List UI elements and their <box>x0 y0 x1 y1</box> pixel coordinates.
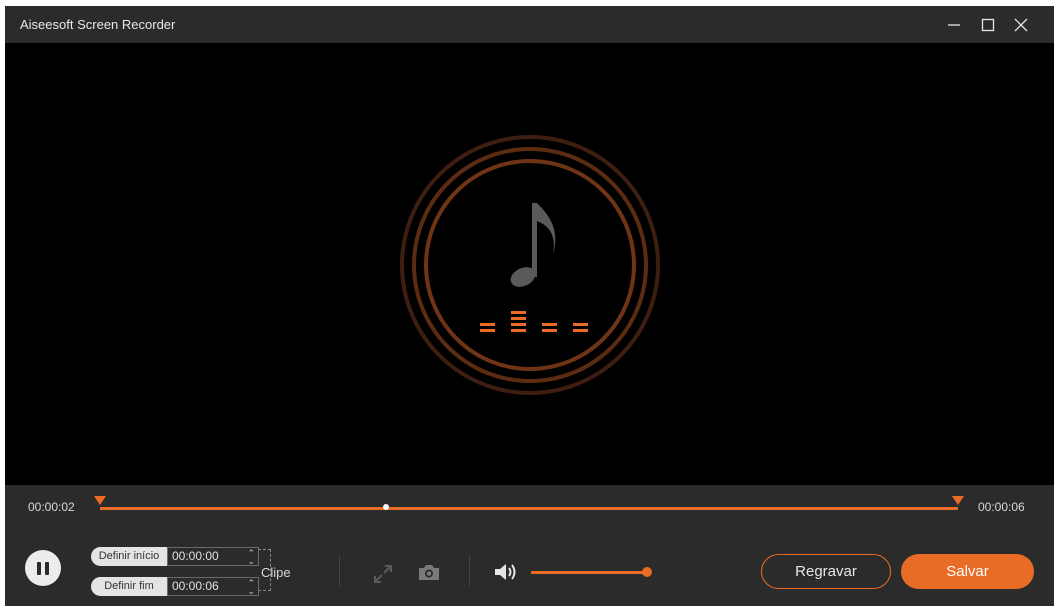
snapshot-button[interactable] <box>417 561 441 583</box>
recorder-window: Aiseesoft Screen Recorder 00:00:02 00:00… <box>5 6 1054 606</box>
trim-start-marker[interactable] <box>94 496 106 505</box>
audio-preview-stage <box>5 43 1054 485</box>
playhead[interactable] <box>383 504 389 510</box>
control-panel: Definir início 00:00:00 ⌃ ⌄ Definir fim 0… <box>5 527 1054 606</box>
volume-slider-knob[interactable] <box>642 567 652 577</box>
minimize-button[interactable] <box>943 14 965 36</box>
music-note-icon <box>510 203 556 287</box>
set-end-row: Definir fim 00:00:06 ⌃ ⌄ <box>91 577 259 596</box>
divider <box>469 556 470 586</box>
rerecord-button[interactable]: Regravar <box>761 554 891 589</box>
volume-button[interactable] <box>492 560 520 584</box>
volume-slider-track[interactable] <box>531 571 647 574</box>
equalizer-bars <box>480 311 588 332</box>
expand-icon <box>374 565 392 583</box>
timeline-track[interactable] <box>100 507 958 510</box>
save-button[interactable]: Salvar <box>901 554 1034 589</box>
end-time-spinner[interactable]: ⌃ ⌄ <box>247 578 255 596</box>
camera-icon <box>419 565 439 580</box>
timeline-bar: 00:00:02 00:00:06 <box>5 485 1054 527</box>
fullscreen-button[interactable] <box>372 563 394 585</box>
set-start-button[interactable]: Definir início <box>91 547 167 566</box>
pause-icon-bar-right <box>45 561 49 575</box>
maximize-icon <box>981 18 995 32</box>
outer-ring <box>400 135 660 395</box>
set-end-button[interactable]: Definir fim <box>91 577 167 596</box>
end-time-input[interactable]: 00:00:06 ⌃ ⌄ <box>167 577 259 596</box>
minimize-icon <box>948 24 960 26</box>
pause-icon-bar-left <box>37 561 41 575</box>
start-time-spinner[interactable]: ⌃ ⌄ <box>247 548 255 566</box>
close-button[interactable] <box>1010 14 1032 36</box>
trim-end-marker[interactable] <box>952 496 964 505</box>
pause-button[interactable] <box>25 550 61 586</box>
title-bar: Aiseesoft Screen Recorder <box>5 6 1054 43</box>
inner-ring <box>424 159 636 371</box>
start-time-value: 00:00:00 <box>172 549 219 563</box>
maximize-button[interactable] <box>977 14 999 36</box>
divider <box>339 556 340 586</box>
start-time-label: 00:00:02 <box>28 500 75 514</box>
speaker-icon <box>495 564 516 580</box>
end-time-value: 00:00:06 <box>172 579 219 593</box>
start-time-input[interactable]: 00:00:00 ⌃ ⌄ <box>167 547 259 566</box>
end-time-label: 00:00:06 <box>978 500 1025 514</box>
middle-ring <box>412 147 648 383</box>
clip-button[interactable]: Clipe <box>261 565 291 580</box>
close-icon <box>1014 18 1028 32</box>
window-title: Aiseesoft Screen Recorder <box>20 17 176 32</box>
audio-visual-artwork <box>400 135 660 395</box>
set-start-row: Definir início 00:00:00 ⌃ ⌄ <box>91 547 259 566</box>
